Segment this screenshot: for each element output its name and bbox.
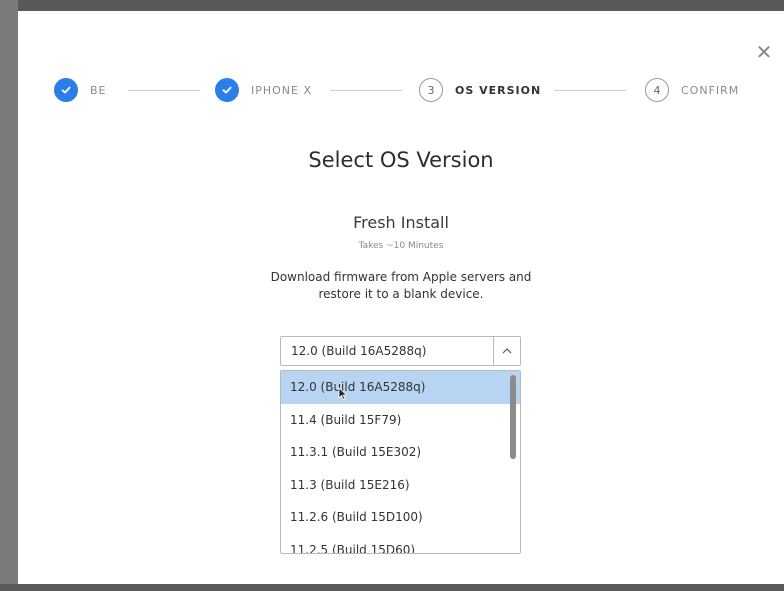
step-2: IPHONE X (215, 77, 312, 103)
step-4-label: CONFIRM (681, 83, 740, 97)
checkmark-icon (54, 78, 78, 102)
checkmark-icon (215, 78, 239, 102)
dropdown-option[interactable]: 11.2.5 (Build 15D60) (281, 534, 520, 554)
step-1-label: BE (90, 83, 107, 97)
description-line-2: restore it to a blank device. (318, 287, 484, 301)
step-2-label: IPHONE X (251, 83, 313, 97)
step-1: BE (54, 77, 107, 103)
backdrop-bottom (0, 584, 784, 591)
os-version-dropdown: 12.0 (Build 16A5288q) 11.4 (Build 15F79)… (280, 370, 521, 554)
close-icon[interactable]: ✕ (755, 42, 773, 62)
os-version-select[interactable]: 12.0 (Build 16A5288q) (280, 336, 521, 366)
dropdown-option[interactable]: 11.2.6 (Build 15D100) (281, 501, 520, 534)
install-option-title: Fresh Install (353, 213, 449, 232)
step-connector-3 (554, 90, 626, 91)
select-os-modal: ✕ BE IPHONE X 3 OS VERSION 4 CONFIRM Sel… (18, 11, 784, 584)
chevron-up-icon[interactable] (493, 337, 520, 365)
dropdown-option[interactable]: 11.4 (Build 15F79) (281, 404, 520, 437)
install-option-description: Download firmware from Apple servers and… (18, 269, 784, 303)
dropdown-option[interactable]: 11.3.1 (Build 15E302) (281, 436, 520, 469)
step-4: 4 CONFIRM (645, 77, 739, 103)
install-option-caption: Takes ~10 Minutes (358, 241, 444, 251)
step-3-label: OS VERSION (455, 83, 542, 97)
os-version-select-value: 12.0 (Build 16A5288q) (291, 344, 427, 358)
step-3-number: 3 (419, 78, 443, 102)
backdrop-top (0, 0, 784, 11)
mouse-cursor-icon (338, 387, 348, 401)
dropdown-option[interactable]: 11.3 (Build 15E216) (281, 469, 520, 502)
description-line-1: Download firmware from Apple servers and (270, 270, 532, 284)
page-title: Select OS Version (308, 148, 494, 172)
dropdown-scrollbar[interactable] (510, 375, 516, 459)
step-4-number: 4 (645, 78, 669, 102)
backdrop-left (0, 0, 18, 591)
dropdown-option[interactable]: 12.0 (Build 16A5288q) (281, 371, 520, 404)
step-3: 3 OS VERSION (419, 77, 541, 103)
step-connector-1 (128, 90, 200, 91)
step-connector-2 (330, 90, 402, 91)
